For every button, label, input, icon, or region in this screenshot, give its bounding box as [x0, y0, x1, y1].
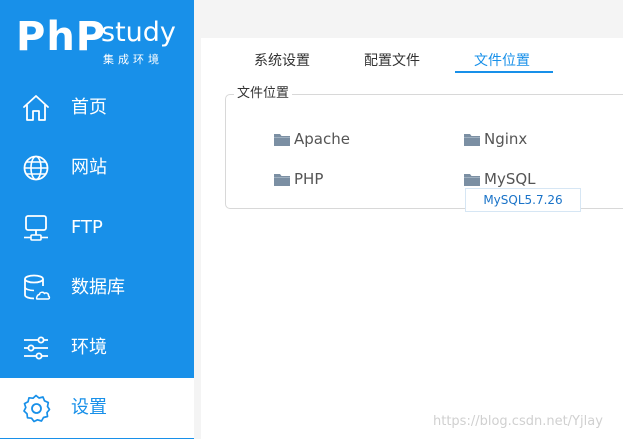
folder-mysql[interactable]: MySQL [464, 170, 536, 188]
folder-icon [274, 133, 290, 146]
database-icon [24, 274, 51, 300]
sidebar-item-environment[interactable]: 环境 [0, 318, 194, 378]
app-logo: PhP study 集成环境 [0, 0, 194, 80]
tab-system-settings[interactable]: 系统设置 [254, 52, 310, 70]
sidebar-item-website[interactable]: 网站 [0, 138, 194, 198]
tab-file-location[interactable]: 文件位置 [474, 52, 530, 70]
sidebar-item-settings[interactable]: 设置 [0, 378, 194, 438]
group-title: 文件位置 [234, 86, 293, 102]
server-icon [24, 215, 48, 241]
mysql-version-tooltip: MySQL5.7.26 [465, 188, 581, 212]
home-icon [23, 95, 49, 121]
sidebar-item-label: 数据库 [71, 277, 125, 298]
gear-icon [23, 394, 51, 423]
globe-icon [23, 155, 49, 181]
folder-apache[interactable]: Apache [274, 130, 350, 148]
logo-study-text: study [101, 17, 176, 48]
sidebar: PhP study 集成环境 首页 网站 FTP 数据库 环境 设置 [0, 0, 194, 439]
folder-label: PHP [294, 170, 324, 188]
folder-label: MySQL [484, 170, 536, 188]
folder-icon [274, 173, 290, 186]
sliders-icon [24, 336, 48, 360]
folder-php[interactable]: PHP [274, 170, 323, 188]
sidebar-item-home[interactable]: 首页 [0, 78, 194, 138]
folder-nginx[interactable]: Nginx [464, 130, 527, 148]
sidebar-item-label: 首页 [71, 97, 107, 118]
sidebar-item-ftp[interactable]: FTP [0, 198, 194, 258]
folder-label: Apache [294, 130, 350, 148]
sidebar-item-label: 网站 [71, 157, 107, 178]
tab-config-files[interactable]: 配置文件 [364, 52, 420, 70]
logo-php-text: PhP [16, 14, 107, 60]
sidebar-item-label: 设置 [71, 397, 107, 418]
folder-label: Nginx [484, 130, 528, 148]
active-tab-indicator [455, 71, 553, 73]
sidebar-item-label: 环境 [71, 337, 107, 358]
sidebar-item-database[interactable]: 数据库 [0, 258, 194, 318]
watermark: https://blog.csdn.net/Yjlay [433, 414, 603, 429]
sidebar-item-label: FTP [71, 217, 103, 238]
logo-subtitle: 集成环境 [103, 53, 163, 66]
folder-icon [464, 133, 480, 146]
folder-icon [464, 173, 480, 186]
